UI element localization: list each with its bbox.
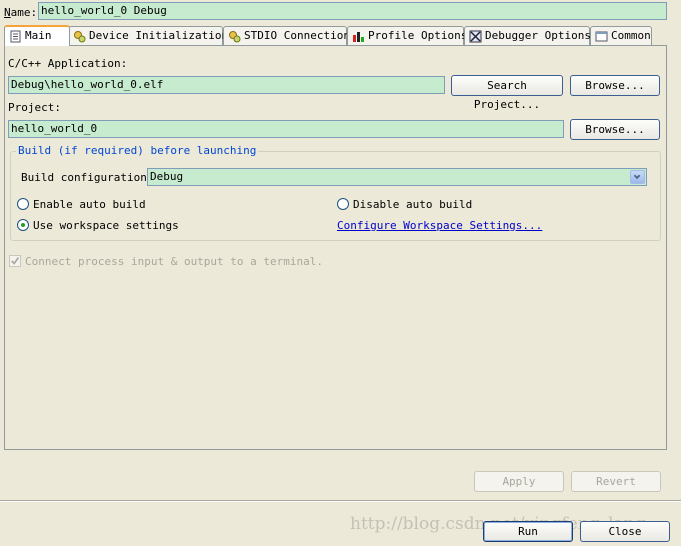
build-configuration-value: Debug xyxy=(150,170,184,183)
tab-common-label: Common xyxy=(611,29,651,42)
project-label: Project: xyxy=(8,101,61,114)
disable-auto-build-radio[interactable] xyxy=(337,198,349,210)
project-browse-button[interactable]: Browse... xyxy=(570,119,660,140)
name-field[interactable]: hello_world_0 Debug xyxy=(38,2,667,20)
tab-main-label: Main xyxy=(25,29,52,42)
close-button[interactable]: Close xyxy=(580,521,670,542)
application-field[interactable]: Debug\hello_world_0.elf xyxy=(8,76,445,94)
connect-terminal-label: Connect process input & output to a term… xyxy=(25,255,324,268)
application-browse-button[interactable]: Browse... xyxy=(570,75,660,96)
run-button-label: Run xyxy=(518,525,538,538)
connect-terminal-checkbox[interactable] xyxy=(9,255,21,267)
bar-chart-icon xyxy=(353,32,364,42)
footer-separator xyxy=(0,500,681,502)
tab-debugger-options[interactable]: Debugger Options xyxy=(464,26,591,45)
tab-debugger-options-label: Debugger Options xyxy=(485,29,591,42)
tab-main[interactable]: Main xyxy=(4,25,70,46)
project-field[interactable]: hello_world_0 xyxy=(8,120,564,138)
tab-stdio-connection-label: STDIO Connection xyxy=(244,29,350,42)
window-icon xyxy=(595,31,608,42)
revert-button-label: Revert xyxy=(596,475,636,488)
application-browse-label: Browse... xyxy=(585,79,645,92)
tab-stdio-connection[interactable]: STDIO Connection xyxy=(223,26,350,45)
tab-common[interactable]: Common xyxy=(590,26,652,45)
debugger-icon xyxy=(469,30,482,43)
tab-device-initialization-label: Device Initialization xyxy=(89,29,229,42)
gears-icon xyxy=(229,31,241,43)
tab-profile-options[interactable]: Profile Options xyxy=(347,26,468,45)
disable-auto-build-label: Disable auto build xyxy=(353,198,473,211)
use-workspace-settings-radio[interactable] xyxy=(17,219,29,231)
build-configuration-label: Build configuration: xyxy=(21,171,154,184)
gears-icon xyxy=(74,31,86,43)
tab-content-panel xyxy=(4,45,667,450)
name-label: Name: xyxy=(4,6,38,19)
project-browse-label: Browse... xyxy=(585,123,645,136)
chevron-down-icon[interactable] xyxy=(630,170,645,184)
enable-auto-build-label: Enable auto build xyxy=(33,198,146,211)
run-button[interactable]: Run xyxy=(483,521,573,542)
build-configuration-select[interactable]: Debug xyxy=(147,168,647,186)
checkmark-icon xyxy=(11,257,20,265)
revert-button[interactable]: Revert xyxy=(571,471,661,492)
configure-workspace-settings-link[interactable]: Configure Workspace Settings... xyxy=(337,219,542,232)
use-workspace-settings-label: Use workspace settings xyxy=(33,219,179,232)
close-button-label: Close xyxy=(608,525,642,538)
build-group-title: Build (if required) before launching xyxy=(16,144,259,157)
tab-profile-options-label: Profile Options xyxy=(368,29,468,42)
tab-device-initialization[interactable]: Device Initialization xyxy=(68,26,228,45)
search-project-button-label: Search Project... xyxy=(473,79,541,111)
application-label: C/C++ Application: xyxy=(8,57,128,70)
apply-button-label: Apply xyxy=(502,475,536,488)
apply-button[interactable]: Apply xyxy=(474,471,564,492)
search-project-button[interactable]: Search Project... xyxy=(451,75,563,111)
enable-auto-build-radio[interactable] xyxy=(17,198,29,210)
document-icon xyxy=(10,30,21,43)
